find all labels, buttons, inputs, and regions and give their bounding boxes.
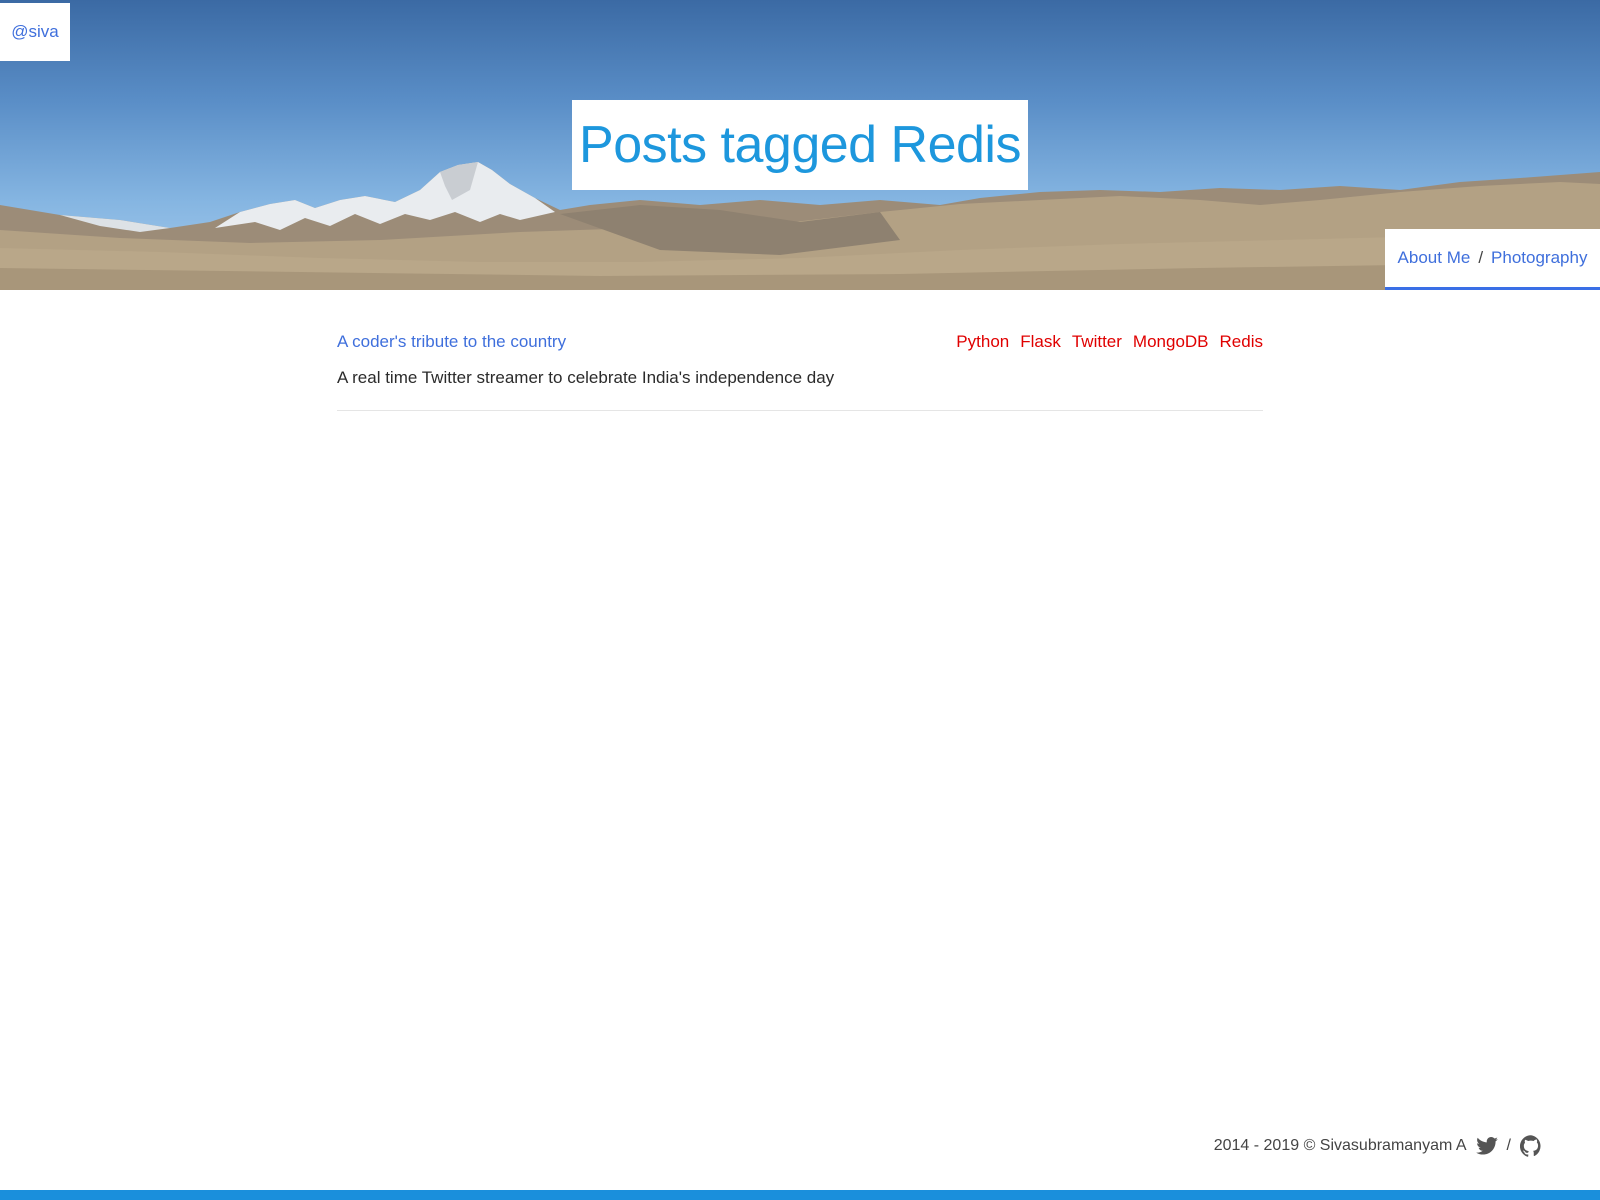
twitter-icon[interactable] (1475, 1137, 1498, 1155)
post-description: A real time Twitter streamer to celebrat… (337, 368, 835, 387)
tag-twitter-link[interactable]: Twitter (1072, 332, 1122, 352)
nav-separator: / (1478, 248, 1484, 267)
top-nav: About Me / Photography (1385, 229, 1600, 290)
footer-separator: / (1506, 1137, 1511, 1154)
nav-about-me-link[interactable]: About Me (1398, 248, 1471, 268)
github-icon[interactable] (1520, 1135, 1542, 1157)
bottom-accent-bar (0, 1190, 1600, 1200)
copyright-text: 2014 - 2019 © Sivasubramanyam A (1213, 1137, 1467, 1154)
nav-photography-link[interactable]: Photography (1491, 248, 1587, 268)
profile-handle-link[interactable]: @siva (0, 3, 70, 61)
hero-banner: @siva Posts tagged Redis About Me / Phot… (0, 0, 1600, 290)
page-title: Posts tagged Redis (579, 116, 1021, 174)
footer: 2014 - 2019 © Sivasubramanyam A / (1214, 1135, 1542, 1157)
tag-mongodb-link[interactable]: MongoDB (1133, 332, 1209, 352)
post-tags: Python Flask Twitter MongoDB Redis (956, 332, 1263, 352)
tag-flask-link[interactable]: Flask (1020, 332, 1061, 352)
post-list: A coder's tribute to the country Python … (337, 325, 1263, 419)
page-title-box: Posts tagged Redis (572, 100, 1028, 190)
tag-redis-link[interactable]: Redis (1220, 332, 1263, 352)
tag-python-link[interactable]: Python (956, 332, 1009, 352)
list-item: A coder's tribute to the country Python … (337, 325, 1263, 411)
post-title-link[interactable]: A coder's tribute to the country (337, 332, 566, 352)
post-header: A coder's tribute to the country Python … (337, 325, 1263, 359)
post-divider (337, 410, 1263, 411)
